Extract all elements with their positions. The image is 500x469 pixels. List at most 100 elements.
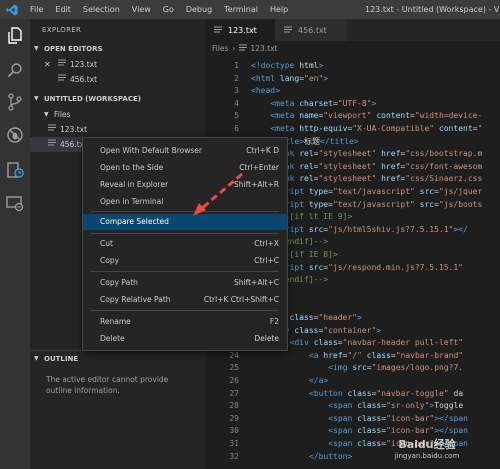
- open-editor-item-123[interactable]: ✕ 123.txt: [30, 57, 205, 72]
- menu-separator: [91, 233, 279, 234]
- watermark: Baidu经验 jingyan.baidu.com: [362, 430, 492, 466]
- line-content: <span class="icon-bar"></span: [328, 413, 468, 423]
- line-number: 6: [234, 124, 239, 133]
- menu-item-shortcut: Delete: [254, 334, 279, 343]
- menu-bar: File Edit Selection View Go Debug Termin…: [24, 0, 294, 19]
- line-number: 24: [229, 350, 239, 360]
- line-content: <span class="sr-only">Toggle: [328, 401, 464, 411]
- code-line[interactable]: 1 <!doctype html>: [205, 60, 500, 72]
- breadcrumb: Files › 123.txt: [205, 41, 500, 56]
- code-line[interactable]: 4 <meta charset="UTF-8">: [205, 98, 500, 110]
- chevron-right-icon: ›: [232, 44, 236, 53]
- code-line[interactable]: 2 <html lang="en">: [205, 73, 500, 85]
- line-number: 26: [229, 376, 239, 385]
- line-content: <!doctype html>: [251, 61, 324, 70]
- menu-item-cut[interactable]: Cut Ctrl+X: [83, 236, 287, 252]
- line-number: 1: [234, 61, 239, 70]
- source-control-icon[interactable]: [4, 91, 26, 113]
- vscode-window: File Edit Selection View Go Debug Termin…: [0, 0, 500, 469]
- file-lines-icon: [283, 25, 293, 35]
- menu-item-label: Open in Terminal: [100, 197, 164, 206]
- open-editor-label: 123.txt: [70, 60, 98, 69]
- extensions-icon[interactable]: [4, 159, 26, 181]
- code-line[interactable]: 28 <span class="sr-only">Toggle: [205, 400, 500, 412]
- tab-123[interactable]: 123.txt: [205, 19, 275, 41]
- menu-item-copy-path[interactable]: Copy Path Shift+Alt+C: [83, 275, 287, 291]
- file-lines-icon: [239, 44, 248, 54]
- line-number: 5: [234, 111, 239, 121]
- menu-item-label: Copy Path: [100, 278, 138, 287]
- outline-header[interactable]: ▼ OUTLINE: [30, 350, 205, 366]
- chevron-down-icon: ▼: [34, 354, 39, 362]
- tab-label: 123.txt: [228, 25, 257, 35]
- debug-icon[interactable]: [4, 124, 26, 146]
- menu-file[interactable]: File: [24, 0, 49, 19]
- open-editor-item-456[interactable]: 456.txt: [30, 72, 205, 87]
- menu-edit[interactable]: Edit: [49, 0, 77, 19]
- file-lines-icon: [213, 25, 223, 35]
- menu-help[interactable]: Help: [264, 0, 294, 19]
- line-number: 32: [229, 451, 239, 461]
- code-line[interactable]: 29 <span class="icon-bar"></span: [205, 413, 500, 425]
- code-line[interactable]: 6 <meta http-equiv="X-UA-Compatible" con…: [205, 123, 500, 135]
- menu-item-shortcut: Ctrl+Enter: [239, 163, 279, 172]
- workspace-header[interactable]: ▼ UNTITLED (WORKSPACE): [30, 91, 205, 107]
- menu-item-copy-relative-path[interactable]: Copy Relative Path Ctrl+K Ctrl+Shift+C: [83, 292, 287, 308]
- line-content: <meta charset="UTF-8">: [270, 98, 377, 108]
- outline-message: The active editor cannot provide outline…: [46, 375, 169, 395]
- code-line[interactable]: 24 <a href="/" class="navbar-brand": [205, 350, 500, 362]
- menu-item-label: Compare Selected: [100, 217, 169, 226]
- line-number: 31: [229, 439, 239, 448]
- code-line[interactable]: 26 </a>: [205, 375, 500, 387]
- menu-item-delete[interactable]: Delete Delete: [83, 331, 287, 347]
- menu-go[interactable]: Go: [157, 0, 180, 19]
- menu-item-label: Reveal in Explorer: [100, 180, 169, 189]
- file-label: 123.txt: [60, 125, 88, 134]
- line-number: 4: [234, 98, 239, 108]
- file-item-123[interactable]: 123.txt: [30, 122, 205, 137]
- watermark-brand: Baidu经验: [398, 438, 456, 451]
- menu-item-shortcut: Shift+Alt+R: [234, 180, 279, 189]
- remote-icon[interactable]: [4, 192, 26, 214]
- menu-separator: [91, 211, 279, 212]
- breadcrumb-folder[interactable]: Files: [212, 44, 228, 53]
- code-line[interactable]: 27 <button class="navbar-toggle" da: [205, 388, 500, 400]
- tab-456[interactable]: 456.txt: [275, 19, 347, 41]
- code-line[interactable]: 3 <head>: [205, 85, 500, 97]
- line-content: <html lang="en">: [251, 73, 329, 83]
- menu-item-shortcut: Ctrl+K D: [246, 146, 279, 155]
- folder-label: Files: [54, 110, 71, 119]
- workspace-label: UNTITLED (WORKSPACE): [44, 95, 141, 103]
- open-editors-header[interactable]: ▼ OPEN EDITORS: [30, 41, 205, 57]
- close-icon[interactable]: ✕: [44, 57, 58, 72]
- menu-item-reveal-in-explorer[interactable]: Reveal in Explorer Shift+Alt+R: [83, 177, 287, 193]
- menu-item-shortcut: Ctrl+C: [254, 256, 279, 265]
- line-content: <meta name="viewport" content="width=dev…: [270, 111, 483, 121]
- menu-item-open-with-default-browser[interactable]: Open With Default Browser Ctrl+K D: [83, 143, 287, 159]
- menu-item-open-to-the-side[interactable]: Open to the Side Ctrl+Enter: [83, 160, 287, 176]
- menu-item-open-in-terminal[interactable]: Open in Terminal: [83, 194, 287, 210]
- line-content: <head>: [251, 86, 280, 96]
- line-content: <button class="navbar-toggle" da: [308, 388, 464, 398]
- menu-item-rename[interactable]: Rename F2: [83, 314, 287, 330]
- search-icon[interactable]: [4, 59, 26, 81]
- menu-view[interactable]: View: [126, 0, 157, 19]
- menu-terminal[interactable]: Terminal: [218, 0, 264, 19]
- file-lines-icon: [58, 72, 70, 87]
- menu-item-compare-selected[interactable]: Compare Selected: [83, 214, 287, 230]
- editor-tabs: 123.txt 456.txt: [205, 19, 500, 41]
- line-number: 27: [229, 388, 239, 398]
- menu-selection[interactable]: Selection: [77, 0, 126, 19]
- code-line[interactable]: 5 <meta name="viewport" content="width=d…: [205, 110, 500, 122]
- files-icon[interactable]: [4, 25, 26, 47]
- menu-item-label: Delete: [100, 334, 125, 343]
- file-lines-icon: [48, 137, 60, 152]
- line-content: </button>: [308, 451, 353, 461]
- menu-item-shortcut: F2: [269, 317, 279, 326]
- folder-files[interactable]: ▼ Files: [30, 107, 205, 122]
- menu-debug[interactable]: Debug: [180, 0, 218, 19]
- code-line[interactable]: 25 <img src="images/logo.png?7.: [205, 362, 500, 374]
- menu-item-copy[interactable]: Copy Ctrl+C: [83, 253, 287, 269]
- breadcrumb-file[interactable]: 123.txt: [250, 44, 277, 53]
- line-number: 28: [229, 401, 239, 411]
